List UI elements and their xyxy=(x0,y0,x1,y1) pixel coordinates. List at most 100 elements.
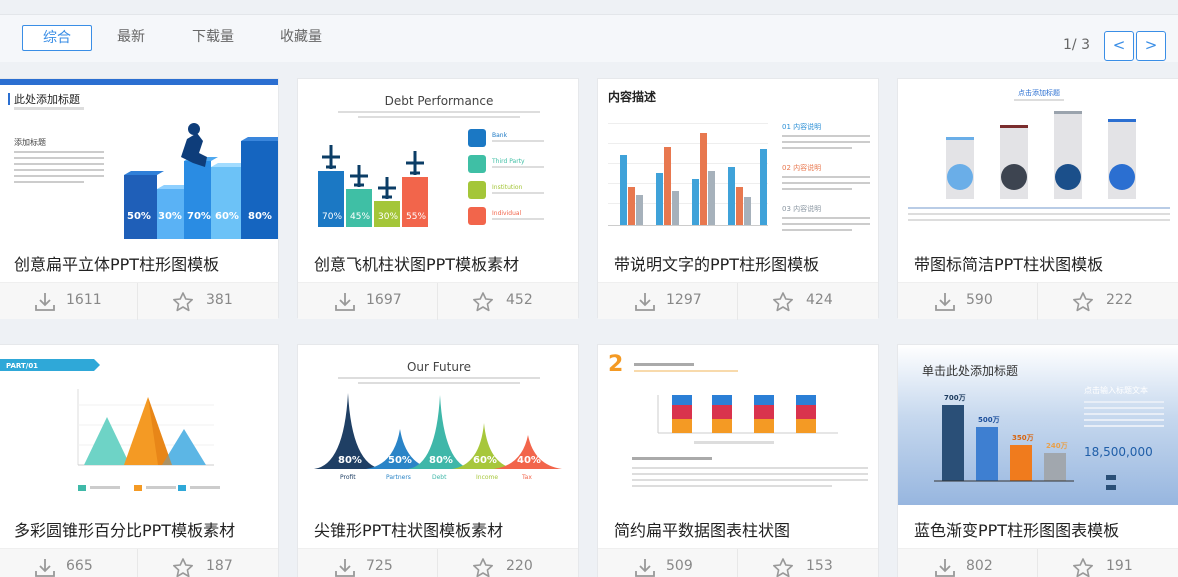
thumb-subheading: 添加标题 xyxy=(14,137,46,147)
sort-tab-favorites[interactable]: 收藏量 xyxy=(266,25,336,51)
svg-text:45%: 45% xyxy=(350,212,370,222)
favorite-count: 191 xyxy=(1106,558,1133,574)
card-title[interactable]: 创意飞机柱状图PPT模板素材 xyxy=(314,251,519,275)
favorite-stat[interactable]: 220 xyxy=(438,549,578,577)
download-icon xyxy=(35,293,55,311)
sort-tab-latest[interactable]: 最新 xyxy=(100,25,162,51)
svg-text:01 内容说明: 01 内容说明 xyxy=(782,122,821,131)
sort-tab-downloads[interactable]: 下载量 xyxy=(178,25,248,51)
thumb-heading: 单击此处添加标题 xyxy=(922,364,1018,378)
star-icon xyxy=(1073,558,1093,577)
download-count: 725 xyxy=(366,558,393,574)
card-thumbnail[interactable]: 单击此处添加标题 700万 500万 350万 240万 点击输入标题文本 18… xyxy=(898,345,1178,505)
svg-text:30%: 30% xyxy=(378,212,398,222)
card-title[interactable]: 多彩圆锥形百分比PPT模板素材 xyxy=(14,517,235,541)
thumb-heading: Our Future xyxy=(407,360,471,374)
sort-tab-comprehensive[interactable]: 综合 xyxy=(22,25,92,51)
card-title[interactable]: 带说明文字的PPT柱形图模板 xyxy=(614,251,819,275)
svg-text:点击输入标题文本: 点击输入标题文本 xyxy=(1084,385,1148,395)
download-stat[interactable]: 1611 xyxy=(0,283,138,320)
svg-text:30%: 30% xyxy=(158,211,182,222)
download-stat[interactable]: 725 xyxy=(298,549,438,577)
template-card[interactable]: 此处添加标题 添加标题 50% 30% 70% 60% 80% 创意扁平立体PP… xyxy=(0,78,279,320)
template-card[interactable]: 单击此处添加标题 700万 500万 350万 240万 点击输入标题文本 18… xyxy=(897,344,1178,577)
thumb-chart xyxy=(84,397,206,465)
svg-text:Profit: Profit xyxy=(340,474,356,481)
download-count: 509 xyxy=(666,558,693,574)
svg-text:Individual: Individual xyxy=(492,210,522,217)
thumb-heading: 此处添加标题 xyxy=(14,92,80,106)
favorite-stat[interactable]: 452 xyxy=(438,283,578,320)
template-card[interactable]: PART/01 多彩圆锥形百分比PPT模板素材 665 187 xyxy=(0,344,279,577)
download-stat[interactable]: 509 xyxy=(598,549,738,577)
card-title[interactable]: 创意扁平立体PPT柱形图模板 xyxy=(14,251,219,275)
svg-text:700万: 700万 xyxy=(944,394,966,402)
card-thumbnail[interactable]: Our Future 80% 50% 80% 60% 40% Profit Pa… xyxy=(298,345,578,505)
svg-text:240万: 240万 xyxy=(1046,442,1068,450)
card-thumbnail[interactable]: 此处添加标题 添加标题 50% 30% 70% 60% 80% xyxy=(0,79,278,239)
favorite-stat[interactable]: 187 xyxy=(138,549,278,577)
favorite-count: 381 xyxy=(206,292,233,308)
download-stat[interactable]: 1697 xyxy=(298,283,438,320)
download-count: 802 xyxy=(966,558,993,574)
template-card[interactable]: 内容描述 01 内容说明 02 内容说明 03 内容说明 带说明文字的PPT柱形… xyxy=(597,78,879,320)
svg-text:50%: 50% xyxy=(127,211,151,222)
prev-page-button[interactable]: < xyxy=(1104,31,1134,61)
template-card[interactable]: Our Future 80% 50% 80% 60% 40% Profit Pa… xyxy=(297,344,579,577)
star-icon xyxy=(173,558,193,577)
svg-text:70%: 70% xyxy=(322,212,342,222)
svg-text:70%: 70% xyxy=(187,211,211,222)
svg-text:Partners: Partners xyxy=(386,474,411,481)
download-icon xyxy=(35,559,55,577)
download-count: 1297 xyxy=(666,292,702,308)
template-card[interactable]: 点击添加标题 带图标简洁PPT柱状图模板 590 222 xyxy=(897,78,1178,320)
thumb-heading: Debt Performance xyxy=(385,94,494,108)
svg-text:55%: 55% xyxy=(406,212,426,222)
thumb-heading: 点击添加标题 xyxy=(1018,88,1060,97)
thumb-chart xyxy=(672,395,816,433)
download-count: 1697 xyxy=(366,292,402,308)
card-stats: 509 153 xyxy=(598,548,878,577)
thumb-heading: 内容描述 xyxy=(608,89,656,104)
download-icon xyxy=(635,559,655,577)
card-stats: 1297 424 xyxy=(598,282,878,320)
download-stat[interactable]: 1297 xyxy=(598,283,738,320)
favorite-stat[interactable]: 153 xyxy=(738,549,878,577)
card-stats: 725 220 xyxy=(298,548,578,577)
card-title[interactable]: 带图标简洁PPT柱状图模板 xyxy=(914,251,1103,275)
download-stat[interactable]: 802 xyxy=(898,549,1038,577)
card-stats: 590 222 xyxy=(898,282,1178,320)
card-title[interactable]: 尖锥形PPT柱状图模板素材 xyxy=(314,517,503,541)
favorite-stat[interactable]: 222 xyxy=(1038,283,1178,320)
card-stats: 1697 452 xyxy=(298,282,578,320)
template-card[interactable]: 2 简约扁平数据图表柱状图 509 153 xyxy=(597,344,879,577)
download-stat[interactable]: 665 xyxy=(0,549,138,577)
svg-text:Institution: Institution xyxy=(492,184,523,191)
favorite-stat[interactable]: 191 xyxy=(1038,549,1178,577)
thumb-chart xyxy=(946,111,1136,199)
card-thumbnail[interactable]: 内容描述 01 内容说明 02 内容说明 03 内容说明 xyxy=(598,79,878,239)
card-thumbnail[interactable]: PART/01 xyxy=(0,345,278,505)
star-icon xyxy=(1073,292,1093,312)
card-thumbnail[interactable]: Debt Performance 70% 45% 30% 55% Bank Th… xyxy=(298,79,578,239)
thumb-tag: PART/01 xyxy=(6,362,38,370)
template-card[interactable]: Debt Performance 70% 45% 30% 55% Bank Th… xyxy=(297,78,579,320)
card-thumbnail[interactable]: 2 xyxy=(598,345,878,505)
svg-text:Debt: Debt xyxy=(432,474,447,481)
card-title[interactable]: 蓝色渐变PPT柱形图图表模板 xyxy=(914,517,1119,541)
thumb-chart: 70% 45% 30% 55% xyxy=(318,145,428,227)
favorite-stat[interactable]: 424 xyxy=(738,283,878,320)
thumb-number: 2 xyxy=(608,352,623,377)
download-stat[interactable]: 590 xyxy=(898,283,1038,320)
card-stats: 665 187 xyxy=(0,548,278,577)
card-title[interactable]: 简约扁平数据图表柱状图 xyxy=(614,517,790,541)
next-page-button[interactable]: > xyxy=(1136,31,1166,61)
svg-text:60%: 60% xyxy=(473,455,497,466)
download-icon xyxy=(935,559,955,577)
svg-text:18,500,000: 18,500,000 xyxy=(1084,445,1153,459)
thumb-chart xyxy=(620,133,767,225)
svg-text:50%: 50% xyxy=(388,455,412,466)
thumb-chart: 50% 30% 70% 60% 80% xyxy=(124,123,278,239)
card-thumbnail[interactable]: 点击添加标题 xyxy=(898,79,1178,239)
favorite-stat[interactable]: 381 xyxy=(138,283,278,320)
